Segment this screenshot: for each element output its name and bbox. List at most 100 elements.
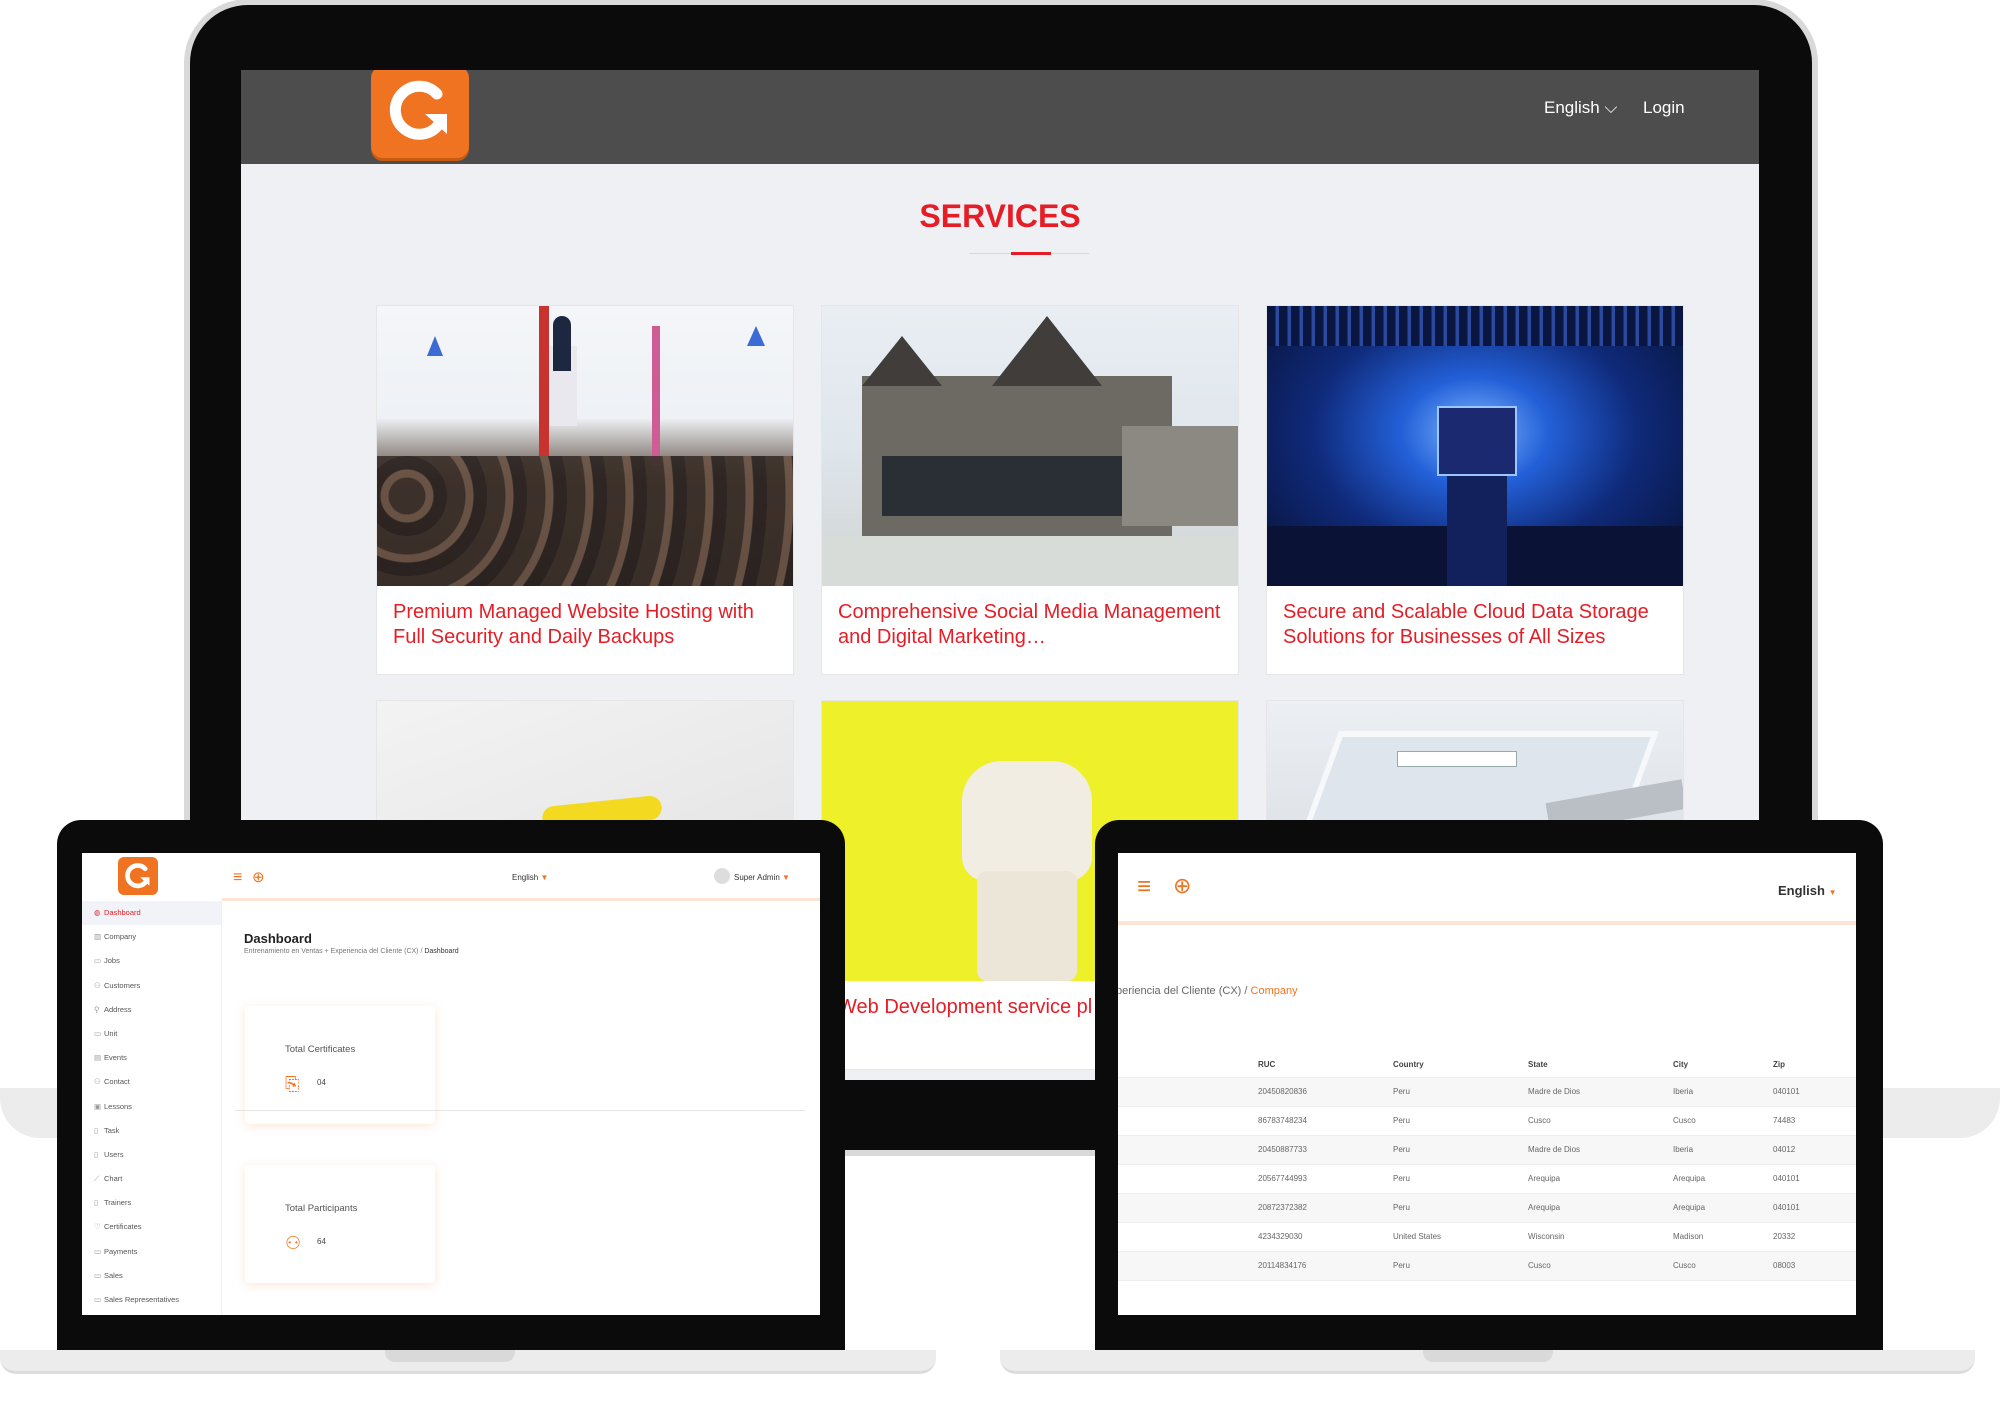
state-cell: Cusco <box>1528 1251 1673 1281</box>
table-row[interactable]: 20567744993 Peru Arequipa Arequipa 040101 <box>1118 1164 1856 1194</box>
language-label: English <box>512 873 539 882</box>
table-row[interactable]: 4234329030 United States Wisconsin Madison 2… <box>1118 1222 1856 1252</box>
sidebar-item-sales[interactable]: ▭ Sales <box>82 1264 221 1288</box>
sidebar-item-sales-representatives[interactable]: ▭ Sales Representatives <box>82 1288 221 1312</box>
language-selector[interactable]: English ▼ <box>512 873 548 882</box>
table-row[interactable]: 20872372382 Peru Arequipa Arequipa 040101 <box>1118 1193 1856 1223</box>
contact-icon: ⚇ <box>94 1077 101 1087</box>
breadcrumb-path[interactable]: Entrenamiento en Ventas + Experiencia de… <box>244 948 424 955</box>
sidebar-item-label: Company <box>104 932 137 942</box>
sidebar-item-label: Chart <box>104 1174 123 1184</box>
title-divider-accent <box>1011 252 1051 255</box>
card-caption[interactable]: Comprehensive Social Media Management an… <box>822 586 1238 674</box>
login-link[interactable]: Login <box>1643 98 1685 118</box>
folder-icon: ▭ <box>94 1028 102 1038</box>
country-cell: Peru <box>1393 1106 1528 1136</box>
calendar-icon: ▤ <box>94 1053 102 1063</box>
table-row[interactable]: 20114834176 Peru Cusco Cusco 08003 <box>1118 1251 1856 1281</box>
column-header-zip[interactable]: Zip <box>1773 1053 1856 1078</box>
ruc-cell: 20872372382 <box>1258 1193 1393 1223</box>
ruc-cell: 20114834176 <box>1258 1251 1393 1281</box>
dashboard-logo[interactable] <box>118 857 158 895</box>
task-icon: ▯ <box>94 1125 99 1135</box>
table-row[interactable]: 20450820836 Peru Madre de Dios Iberia 040101 <box>1118 1077 1856 1107</box>
table-row[interactable]: 20450887733 Peru Madre de Dios Iberia 04012 <box>1118 1135 1856 1165</box>
sidebar-item-label: Events <box>104 1053 127 1063</box>
table-cell-spacer <box>1118 1135 1258 1165</box>
user-menu[interactable]: Super Admin ▼ <box>734 873 790 882</box>
stat-label: Total Certificates <box>285 1044 356 1055</box>
sidebar-item-users[interactable]: ▯ Users <box>82 1143 221 1167</box>
sidebar-item-customers[interactable]: ⚇ Customers <box>82 974 221 998</box>
dashboard-screen: ◍ Dashboard ▥ Company ▭ Jobs ⚇ Customers ⚲ Ad… <box>82 853 820 1315</box>
table-cell-spacer <box>1118 1193 1258 1223</box>
sidebar-item-payments[interactable]: ▭ Payments <box>82 1240 221 1264</box>
table-cell-spacer <box>1118 1106 1258 1136</box>
trainer-icon: ▯ <box>94 1198 99 1208</box>
sidebar-item-events[interactable]: ▤ Events <box>82 1046 221 1070</box>
country-cell: Peru <box>1393 1193 1528 1223</box>
sidebar-item-task[interactable]: ▯ Task <box>82 1119 221 1143</box>
sidebar-item-label: Trainers <box>104 1198 132 1208</box>
service-card[interactable]: Premium Managed Website Hosting with Ful… <box>376 305 794 675</box>
stat-card-certificates[interactable]: Total Certificates ⎘ 04 <box>245 1006 435 1124</box>
globe-icon[interactable]: ⊕ <box>1173 873 1191 899</box>
country-cell: Peru <box>1393 1077 1528 1107</box>
stat-value: 64 <box>317 1237 326 1246</box>
sidebar: ◍ Dashboard ▥ Company ▭ Jobs ⚇ Customers ⚲ Ad… <box>82 901 222 1315</box>
stat-card-participants[interactable]: Total Participants ⚇ 64 <box>245 1165 435 1283</box>
user-icon: ▯ <box>94 1149 99 1159</box>
sidebar-item-lessons[interactable]: ▣ Lessons <box>82 1095 221 1119</box>
sidebar-item-label: Sales Representatives <box>104 1295 180 1304</box>
ruc-cell: 20450820836 <box>1258 1077 1393 1107</box>
city-cell: Iberia <box>1673 1077 1773 1107</box>
sidebar-item-company[interactable]: ▥ Company <box>82 925 221 949</box>
avatar[interactable] <box>714 868 730 884</box>
globe-icon[interactable]: ⊕ <box>252 868 265 886</box>
country-cell: Peru <box>1393 1135 1528 1165</box>
ruc-cell: 4234329030 <box>1258 1222 1393 1252</box>
credit-card-icon: ▭ <box>94 1246 102 1256</box>
menu-icon[interactable]: ≡ <box>233 869 242 887</box>
sidebar-item-address[interactable]: ⚲ Address <box>82 998 221 1022</box>
city-cell: Madison <box>1673 1222 1773 1252</box>
sidebar-item-unit[interactable]: ▭ Unit <box>82 1022 221 1046</box>
state-cell: Madre de Dios <box>1528 1135 1673 1165</box>
ruc-cell: 86783748234 <box>1258 1106 1393 1136</box>
sidebar-item-label: Lessons <box>104 1101 132 1111</box>
concert-stage-image <box>1267 306 1683 586</box>
sidebar-item-label: Unit <box>104 1028 118 1038</box>
zip-cell: 74483 <box>1773 1106 1856 1136</box>
card-caption[interactable]: Premium Managed Website Hosting with Ful… <box>377 586 793 674</box>
column-header-ruc[interactable]: RUC <box>1258 1053 1393 1078</box>
sidebar-item-chart[interactable]: ⟋ Chart <box>82 1167 221 1191</box>
city-cell: Arequipa <box>1673 1193 1773 1223</box>
sidebar-item-jobs[interactable]: ▭ Jobs <box>82 949 221 973</box>
breadcrumb: Entrenamiento en Ventas + Experiencia de… <box>244 948 459 955</box>
breadcrumb-current[interactable]: Company <box>1251 985 1298 997</box>
breadcrumb-path[interactable]: periencia del Cliente (CX) / <box>1118 985 1251 997</box>
sidebar-item-trainers[interactable]: ▯ Trainers <box>82 1191 221 1215</box>
zip-cell: 040101 <box>1773 1164 1856 1194</box>
sidebar-item-label: Jobs <box>104 956 120 966</box>
table-row[interactable]: 86783748234 Peru Cusco Cusco 74483 <box>1118 1106 1856 1136</box>
certificate-icon: ♡ <box>94 1222 101 1232</box>
service-card[interactable]: Comprehensive Social Media Management an… <box>821 305 1239 675</box>
state-cell: Arequipa <box>1528 1193 1673 1223</box>
sidebar-item-certificates[interactable]: ♡ Certificates <box>82 1215 221 1239</box>
city-cell: Cusco <box>1673 1106 1773 1136</box>
card-caption[interactable]: Secure and Scalable Cloud Data Storage S… <box>1267 586 1683 674</box>
language-selector[interactable]: English ▼ <box>1778 883 1837 898</box>
service-card[interactable]: Secure and Scalable Cloud Data Storage S… <box>1266 305 1684 675</box>
sidebar-item-dashboard[interactable]: ◍ Dashboard <box>82 901 221 926</box>
column-header-city[interactable]: City <box>1673 1053 1773 1078</box>
site-logo[interactable] <box>371 70 469 158</box>
language-label: English <box>1544 98 1600 117</box>
menu-icon[interactable]: ≡ <box>1137 873 1151 901</box>
language-selector[interactable]: English ⌵ <box>1544 98 1617 118</box>
column-header-state[interactable]: State <box>1528 1053 1673 1078</box>
sidebar-item-contact[interactable]: ⚇ Contact <box>82 1070 221 1094</box>
table-cell-spacer <box>1118 1077 1258 1107</box>
cart-icon: ▭ <box>94 1270 102 1280</box>
column-header-country[interactable]: Country <box>1393 1053 1528 1078</box>
